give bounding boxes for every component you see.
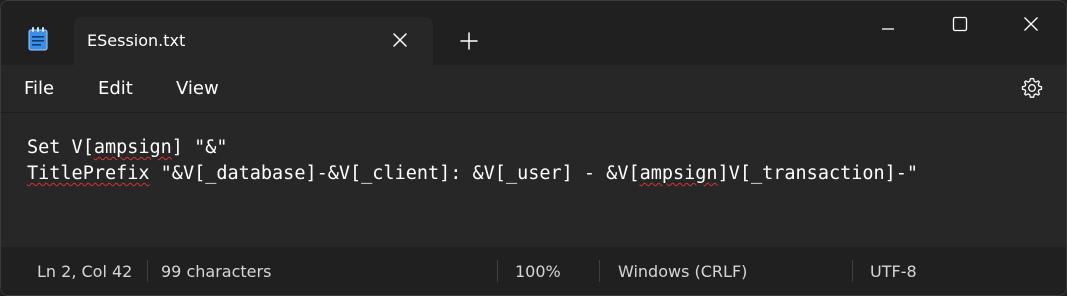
notepad-window: ESession.txt File Edit View Set V[ampsig… (0, 0, 1067, 296)
line1-text-c: ] "&" (171, 137, 228, 158)
zoom-level[interactable]: 100% (515, 262, 561, 281)
misspelled-word: ampsign (639, 163, 718, 184)
line2-text-d: ]V[_transaction]-" (717, 163, 919, 184)
plus-icon[interactable] (458, 30, 480, 52)
tab-title: ESession.txt (87, 31, 186, 50)
cursor-position[interactable]: Ln 2, Col 42 (37, 262, 132, 281)
menu-view[interactable]: View (176, 78, 219, 99)
menu-file[interactable]: File (24, 78, 54, 99)
status-divider (852, 260, 853, 282)
line2-text-b: "&V[_database]-&V[_client]: &V[_user] - … (149, 163, 640, 184)
menu-edit[interactable]: Edit (98, 78, 133, 99)
tab-esession[interactable]: ESession.txt (74, 17, 433, 65)
line-ending[interactable]: Windows (CRLF) (618, 262, 747, 281)
status-divider (599, 260, 600, 282)
text-editor[interactable]: Set V[ampsign] "&" TitlePrefix "&V[_data… (1, 113, 1066, 247)
editor-line-1: Set V[ampsign] "&" (27, 137, 228, 158)
misspelled-word: TitlePrefix (27, 163, 150, 184)
misspelled-word: ampsign (93, 137, 172, 158)
maximize-icon[interactable] (937, 9, 983, 39)
encoding[interactable]: UTF-8 (870, 262, 917, 281)
status-divider (147, 260, 148, 282)
line1-text-a: Set V[ (27, 137, 94, 158)
close-icon[interactable] (1008, 9, 1054, 39)
editor-line-2: TitlePrefix "&V[_database]-&V[_client]: … (27, 163, 918, 184)
minimize-icon[interactable] (865, 9, 911, 39)
gear-icon[interactable] (1020, 76, 1044, 100)
menu-bar: File Edit View (1, 65, 1066, 113)
close-icon[interactable] (390, 30, 410, 50)
title-bar[interactable]: ESession.txt (1, 1, 1066, 65)
status-bar: Ln 2, Col 42 99 characters 100% Windows … (1, 247, 1066, 295)
notepad-icon (28, 27, 48, 51)
status-divider (497, 260, 498, 282)
character-count: 99 characters (161, 262, 272, 281)
